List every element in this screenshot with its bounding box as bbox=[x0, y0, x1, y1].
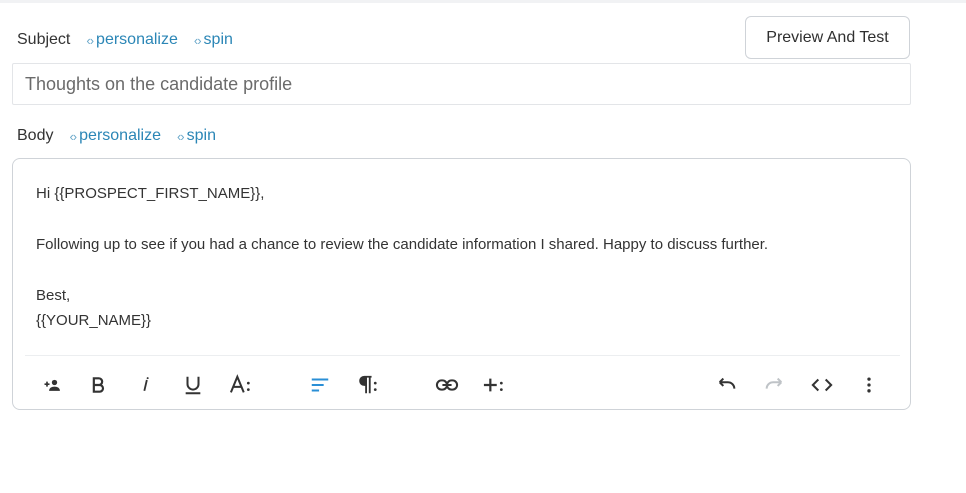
top-divider bbox=[0, 0, 966, 3]
subject-label-row: Subject ‹› personalize ‹› spin bbox=[17, 30, 233, 50]
more-vert-icon[interactable] bbox=[855, 371, 883, 399]
editor-content[interactable]: Hi {{PROSPECT_FIRST_NAME}}, Following up… bbox=[36, 181, 876, 333]
body-personalize-label: personalize bbox=[79, 127, 161, 144]
message-line: Following up to see if you had a chance … bbox=[36, 236, 769, 253]
preview-and-test-button[interactable]: Preview And Test bbox=[745, 16, 910, 59]
subject-personalize-label: personalize bbox=[96, 31, 178, 48]
code-view-icon[interactable] bbox=[808, 371, 836, 399]
bold-icon[interactable] bbox=[84, 371, 112, 399]
code-icon: ‹› bbox=[69, 128, 77, 144]
subject-label: Subject bbox=[17, 31, 71, 48]
body-personalize-link[interactable]: ‹› personalize bbox=[69, 127, 161, 145]
subject-spin-label: spin bbox=[203, 31, 233, 48]
body-editor[interactable]: Hi {{PROSPECT_FIRST_NAME}}, Following up… bbox=[12, 158, 911, 410]
greeting-line: Hi {{PROSPECT_FIRST_NAME}}, bbox=[36, 185, 265, 202]
body-label-row: Body ‹› personalize ‹› spin bbox=[17, 126, 216, 146]
code-icon: ‹› bbox=[193, 32, 202, 48]
subject-input[interactable]: Thoughts on the candidate profile bbox=[12, 63, 911, 105]
toolbar-divider bbox=[25, 355, 900, 356]
paragraph-icon[interactable] bbox=[353, 371, 381, 399]
align-left-icon[interactable] bbox=[306, 371, 334, 399]
add-person-icon[interactable] bbox=[38, 371, 66, 399]
signoff-line: Best, bbox=[36, 287, 71, 304]
subject-personalize-link[interactable]: ‹› personalize bbox=[86, 31, 178, 49]
italic-icon[interactable] bbox=[132, 371, 160, 399]
code-icon: ‹› bbox=[176, 128, 185, 144]
redo-icon[interactable] bbox=[760, 371, 788, 399]
font-size-icon[interactable] bbox=[227, 371, 255, 399]
insert-more-icon[interactable] bbox=[480, 371, 508, 399]
signature-line: {{YOUR_NAME}} bbox=[36, 312, 152, 329]
body-spin-label: spin bbox=[186, 127, 216, 144]
subject-spin-link[interactable]: ‹› spin bbox=[194, 31, 233, 49]
undo-icon[interactable] bbox=[713, 371, 741, 399]
underline-icon[interactable] bbox=[179, 371, 207, 399]
code-icon: ‹› bbox=[86, 32, 94, 48]
body-spin-link[interactable]: ‹› spin bbox=[177, 127, 216, 145]
body-label: Body bbox=[17, 127, 54, 144]
link-icon[interactable] bbox=[433, 371, 461, 399]
